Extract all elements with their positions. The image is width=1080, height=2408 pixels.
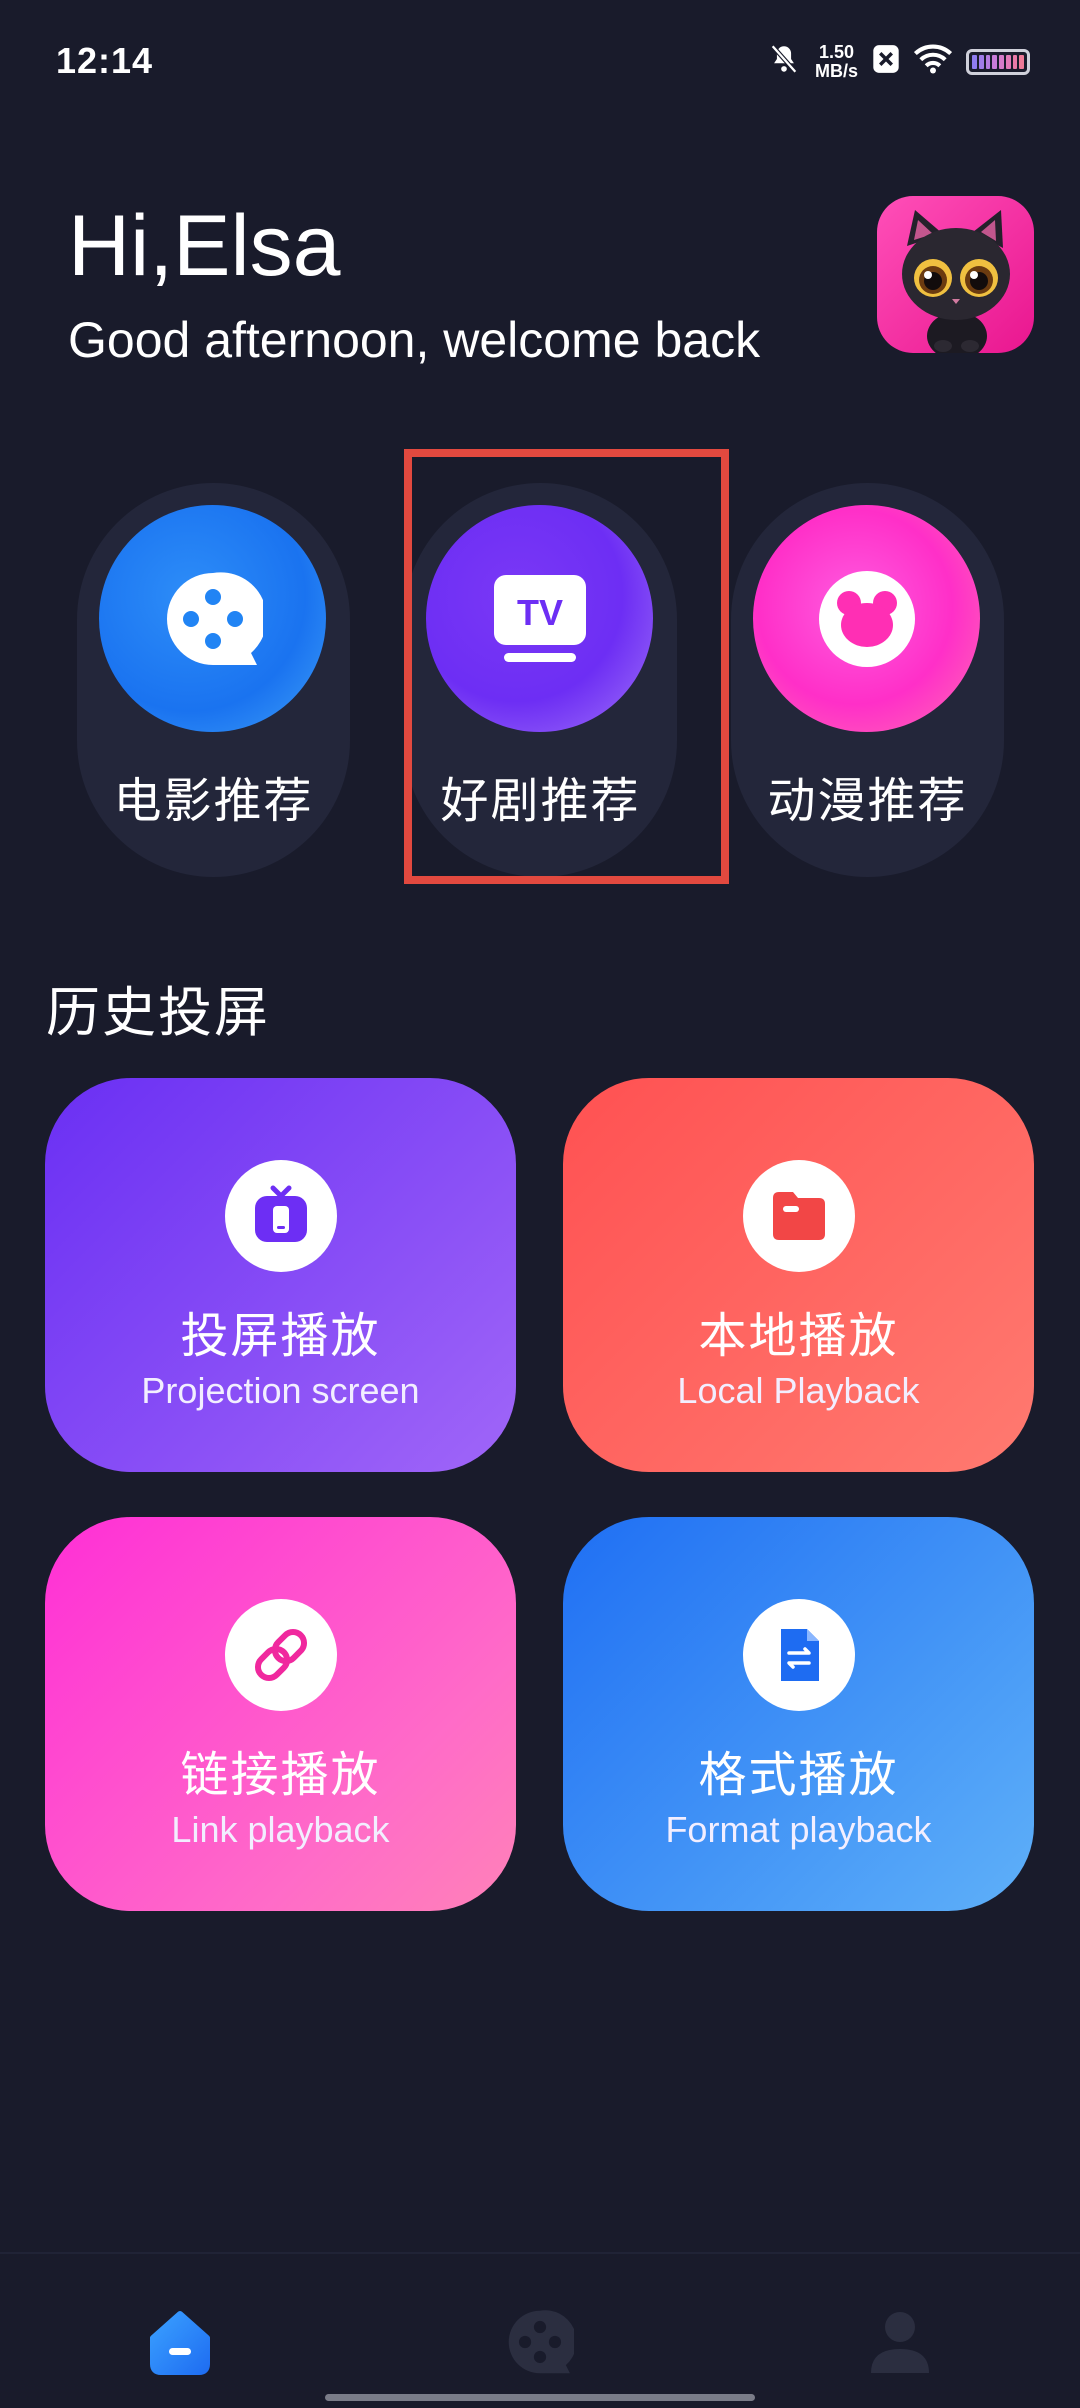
network-speed: 1.50 MB/s [814, 41, 858, 81]
file-convert-icon [781, 1629, 819, 1681]
category-anime-label: 动漫推荐 [767, 775, 968, 828]
bottom-nav [0, 2252, 1080, 2408]
close-box-icon [872, 44, 900, 79]
card-format-title: 格式播放 [698, 1749, 899, 1802]
home-indicator[interactable] [325, 2394, 755, 2401]
card-local-title: 本地播放 [698, 1310, 899, 1363]
category-anime[interactable]: 动漫推荐 [731, 483, 1004, 877]
section-title: 历史投屏 [46, 983, 270, 1043]
nav-discover[interactable] [500, 2302, 580, 2382]
category-movie-circle [99, 505, 326, 732]
category-movie[interactable]: 电影推荐 [77, 483, 350, 877]
card-link-icon-circle [225, 1599, 337, 1711]
card-local-icon-circle [743, 1160, 855, 1272]
profile-icon [871, 2312, 929, 2373]
bear-icon [818, 570, 915, 667]
card-projection[interactable]: 投屏播放 Projection screen [45, 1078, 516, 1472]
wifi-icon [913, 44, 953, 79]
folder-icon [773, 1192, 825, 1240]
card-local[interactable]: 本地播放 Local Playback [563, 1078, 1034, 1472]
status-time: 12:14 [56, 40, 154, 81]
nav-profile[interactable] [860, 2302, 940, 2382]
category-movie-label: 电影推荐 [113, 775, 314, 828]
cast-tv-icon [255, 1185, 307, 1242]
card-link-subtitle: Link playback [171, 1809, 390, 1850]
card-projection-title: 投屏播放 [180, 1310, 381, 1363]
battery-icon [966, 48, 1030, 75]
card-projection-icon-circle [225, 1160, 337, 1272]
film-reel-icon [508, 2310, 574, 2374]
card-local-subtitle: Local Playback [677, 1370, 920, 1411]
greeting-title: Hi,Elsa [68, 198, 341, 294]
status-bar: 12:14 1.50 MB/s [0, 0, 1080, 120]
greeting-subtitle: Good afternoon, welcome back [68, 312, 761, 368]
mute-bell-icon [767, 42, 801, 81]
link-icon [254, 1628, 308, 1682]
network-speed-value: 1.50 [818, 41, 855, 62]
avatar[interactable] [877, 196, 1034, 353]
status-icons: 1.50 MB/s [767, 42, 1030, 81]
card-link[interactable]: 链接播放 Link playback [45, 1517, 516, 1911]
network-speed-unit: MB/s [814, 60, 858, 81]
category-anime-circle [753, 505, 980, 732]
cat-avatar-icon [902, 210, 1010, 353]
home-icon [150, 2311, 210, 2375]
card-projection-subtitle: Projection screen [141, 1370, 420, 1411]
card-format[interactable]: 格式播放 Format playback [563, 1517, 1034, 1911]
selection-highlight [404, 449, 729, 884]
card-format-icon-circle [743, 1599, 855, 1711]
card-link-title: 链接播放 [180, 1749, 381, 1802]
screen: 12:14 1.50 MB/s Hi,Elsa Good afternoon, … [0, 0, 1080, 2408]
card-format-subtitle: Format playback [665, 1809, 932, 1850]
nav-home[interactable] [140, 2302, 220, 2382]
film-reel-icon [166, 571, 263, 665]
